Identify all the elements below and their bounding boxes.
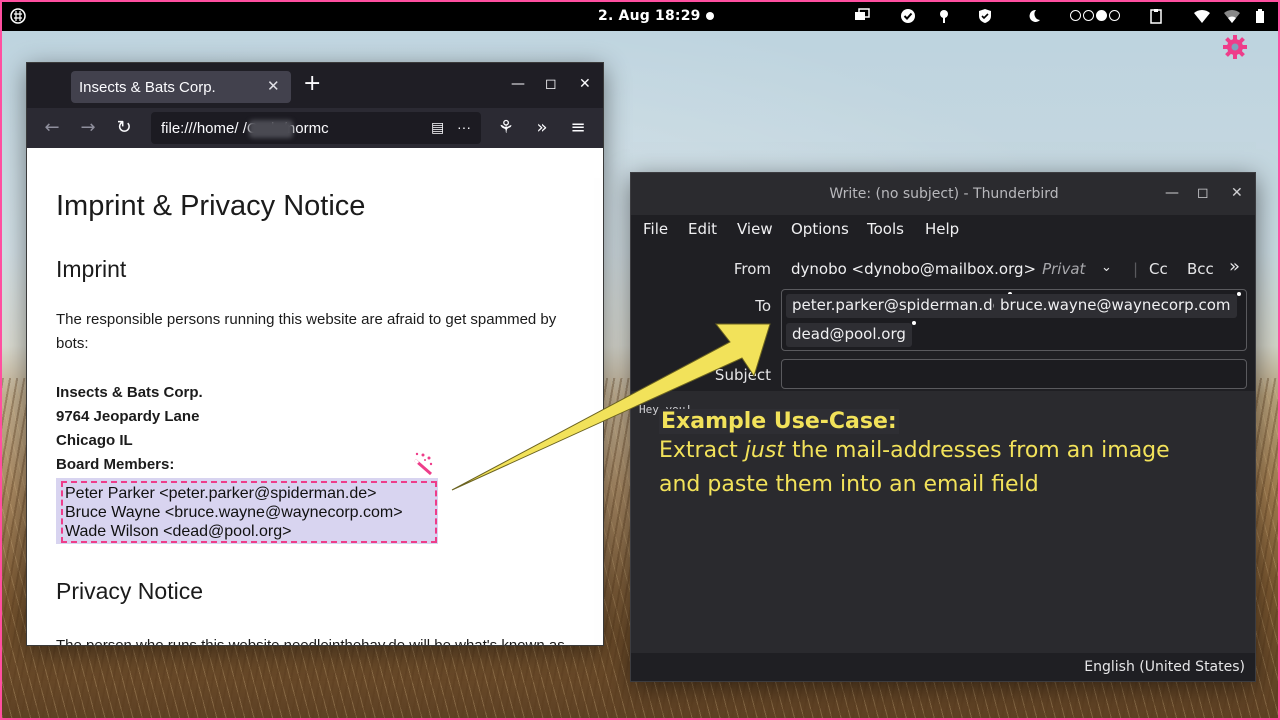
minimize-button[interactable]: — — [511, 76, 525, 92]
browser-tab[interactable]: Insects & Bats Corp. ✕ — [71, 71, 291, 103]
city: Chicago IL — [56, 432, 133, 449]
browser-tab-bar: Insects & Bats Corp. ✕ + — ◻ ✕ — [27, 63, 603, 108]
member-line: Wade Wilson <dead@pool.org> — [65, 523, 292, 540]
to-label: To — [755, 297, 771, 315]
workspace-4[interactable] — [1109, 10, 1120, 21]
member-line: Bruce Wayne <bruce.wayne@waynecorp.com> — [65, 504, 403, 521]
top-bar: 2. Aug 18:29 — [2, 2, 1278, 31]
menu-tools[interactable]: Tools — [867, 220, 904, 238]
annotation-line-1-em: just — [744, 438, 785, 463]
street-address: 9764 Jeopardy Lane — [56, 408, 200, 425]
check-circle-icon[interactable] — [900, 8, 916, 24]
workspace-1[interactable] — [1070, 10, 1081, 21]
from-select[interactable]: dynobo <dynobo@mailbox.org> Privat — [791, 260, 1085, 278]
notification-dot-icon — [706, 12, 714, 20]
reader-view-icon[interactable]: ▤ — [431, 119, 444, 136]
night-mode-icon[interactable] — [1026, 8, 1042, 24]
recipient-pill[interactable]: dead@pool.org — [786, 321, 916, 347]
window-titlebar: Write: (no subject) - Thunderbird — ◻ ✕ — [631, 173, 1255, 215]
from-address: dynobo <dynobo@mailbox.org> — [791, 260, 1037, 278]
window-title: Write: (no subject) - Thunderbird — [829, 186, 1059, 202]
new-tab-button[interactable]: + — [303, 73, 321, 95]
board-members-label: Board Members: — [56, 456, 175, 473]
wifi-icon[interactable] — [1194, 8, 1210, 24]
clock[interactable]: 2. Aug 18:29 — [598, 8, 701, 24]
intro-text: The responsible persons running this web… — [56, 311, 557, 352]
wifi-strength-icon[interactable] — [1224, 8, 1240, 24]
overflow-chevron-icon[interactable]: » — [531, 117, 553, 139]
page-title: Imprint & Privacy Notice — [56, 190, 366, 222]
screen-share-icon[interactable] — [854, 8, 870, 24]
workspace-3-active[interactable] — [1096, 10, 1107, 21]
divider: | — [1133, 260, 1139, 278]
clipboard-icon[interactable] — [1148, 8, 1164, 24]
compose-header: From dynobo <dynobo@mailbox.org> Privat ⌄… — [631, 243, 1255, 391]
to-field[interactable]: peter.parker@spiderman.de bruce.wayne@wa… — [781, 289, 1247, 351]
reload-icon[interactable]: ↻ — [113, 117, 135, 139]
subject-input[interactable] — [781, 359, 1247, 389]
redacted-username — [249, 120, 293, 138]
shield-icon[interactable] — [977, 8, 993, 24]
annotation-line-2: and paste them into an email field — [659, 472, 1039, 497]
spellcheck-language[interactable]: English (United States) — [1084, 659, 1245, 675]
cc-button[interactable]: Cc — [1149, 260, 1168, 278]
web-page: Imprint & Privacy Notice Imprint The res… — [27, 148, 603, 646]
hamburger-menu-icon[interactable]: ≡ — [567, 117, 589, 139]
annotation-heading: Example Use-Case: — [659, 409, 899, 434]
company-name: Insects & Bats Corp. — [56, 384, 203, 401]
url-bar[interactable]: file:///home/ /Code/normc ▤ ··· — [151, 112, 481, 144]
member-line: Peter Parker <peter.parker@spiderman.de> — [65, 485, 377, 502]
menu-view[interactable]: View — [737, 220, 773, 238]
annotation-line-1-pre: Extract — [659, 438, 745, 463]
browser-window: Insects & Bats Corp. ✕ + — ◻ ✕ ← → ↻ fil… — [26, 62, 604, 646]
magic-wand-icon — [413, 452, 433, 476]
more-fields-chevron-icon[interactable]: » — [1229, 256, 1240, 277]
extensions-icon[interactable]: ⚘ — [495, 117, 517, 139]
status-bar: English (United States) — [631, 653, 1255, 681]
from-identity: Privat — [1042, 260, 1086, 278]
imprint-heading: Imprint — [56, 256, 127, 282]
privacy-text: The person who runs this website needlei… — [56, 637, 565, 646]
bcc-button[interactable]: Bcc — [1187, 260, 1214, 278]
tab-close-icon[interactable]: ✕ — [267, 77, 280, 95]
pin-icon[interactable] — [936, 8, 952, 24]
annotation-line-1-post: the mail-addresses from an image — [784, 438, 1170, 463]
close-button[interactable]: ✕ — [579, 76, 591, 92]
privacy-heading: Privacy Notice — [56, 578, 203, 604]
workspace-2[interactable] — [1083, 10, 1094, 21]
forward-arrow-icon[interactable]: → — [77, 117, 99, 139]
recipient-pill[interactable]: peter.parker@spiderman.de — [786, 292, 1012, 318]
workspace-indicator[interactable] — [1070, 10, 1120, 21]
from-label: From — [733, 260, 771, 278]
maximize-button[interactable]: ◻ — [1197, 185, 1209, 201]
chevron-down-icon[interactable]: ⌄ — [1101, 260, 1112, 275]
thunderbird-compose-window: Write: (no subject) - Thunderbird — ◻ ✕ … — [630, 172, 1256, 682]
menu-file[interactable]: File — [643, 220, 668, 238]
annotation-text: Example Use-Case: Extract just the mail-… — [659, 409, 1170, 502]
back-arrow-icon[interactable]: ← — [41, 117, 63, 139]
browser-nav-bar: ← → ↻ file:///home/ /Code/normc ▤ ··· ⚘ … — [27, 108, 603, 148]
message-body[interactable]: Hey you! Example Use-Case: Extract just … — [631, 391, 1255, 653]
maximize-button[interactable]: ◻ — [545, 76, 557, 92]
close-button[interactable]: ✕ — [1231, 185, 1243, 201]
app-grid-icon[interactable] — [10, 8, 26, 24]
menu-help[interactable]: Help — [925, 220, 959, 238]
more-actions-icon[interactable]: ··· — [457, 119, 471, 135]
recipient-pill[interactable]: bruce.wayne@waynecorp.com — [994, 292, 1241, 318]
minimize-button[interactable]: — — [1165, 185, 1179, 201]
annotation-line-1: Extract just the mail-addresses from an … — [659, 434, 1170, 468]
menu-edit[interactable]: Edit — [688, 220, 717, 238]
tab-title: Insects & Bats Corp. — [79, 79, 216, 96]
battery-icon[interactable] — [1252, 8, 1268, 24]
subject-label: Subject — [714, 366, 771, 384]
menu-bar: File Edit View Options Tools Help — [631, 215, 1255, 243]
menu-options[interactable]: Options — [791, 220, 849, 238]
desktop: 2. Aug 18:29 Insects & Bats Corp. ✕ + — … — [2, 2, 1278, 718]
gear-icon[interactable] — [1222, 34, 1248, 60]
